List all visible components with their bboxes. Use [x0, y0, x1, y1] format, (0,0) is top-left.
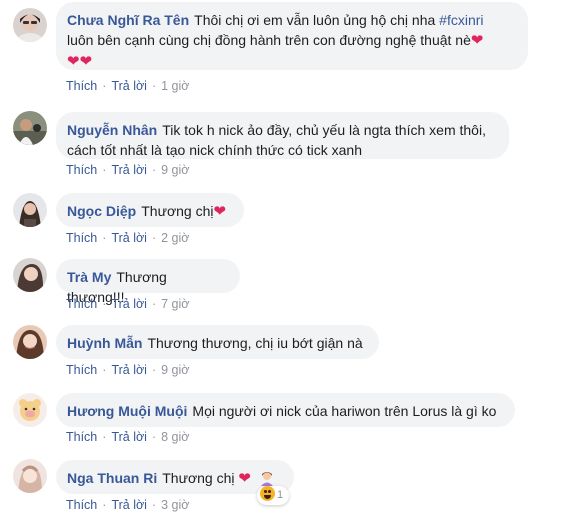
- like-link[interactable]: Thích: [66, 163, 97, 177]
- comment-author[interactable]: Ngọc Diệp: [67, 203, 136, 219]
- separator: ·: [151, 163, 157, 177]
- separator: ·: [151, 297, 157, 311]
- avatar[interactable]: [13, 8, 47, 42]
- comment-author[interactable]: Nguyễn Nhân: [67, 122, 157, 138]
- comment-time[interactable]: 9 giờ: [161, 363, 189, 377]
- separator: ·: [151, 231, 157, 245]
- separator: ·: [151, 430, 157, 444]
- separator: ·: [151, 498, 157, 512]
- reply-link[interactable]: Trả lời: [111, 498, 147, 512]
- like-link[interactable]: Thích: [66, 231, 97, 245]
- comment-actions: Thích · Trả lời · 7 giờ: [66, 296, 189, 312]
- haha-reaction-icon: [260, 486, 275, 501]
- reply-link[interactable]: Trả lời: [111, 163, 147, 177]
- heart-icon: ❤: [470, 32, 484, 49]
- comment-author[interactable]: Hương Muội Muội: [67, 403, 187, 419]
- like-link[interactable]: Thích: [66, 363, 97, 377]
- separator: ·: [102, 297, 107, 311]
- reply-link[interactable]: Trả lời: [111, 79, 147, 93]
- reaction-count: 1: [277, 489, 284, 501]
- comment-text: luôn bên cạnh cùng chị đồng hành trên co…: [67, 32, 471, 48]
- like-link[interactable]: Thích: [66, 297, 97, 311]
- person-emoji-icon: [259, 470, 275, 486]
- comment-text: Thương thương, chị iu bớt giận nà: [147, 335, 363, 351]
- comment-bubble: Chưa Nghĩ Ra Tên Thôi chị ơi em vẫn luôn …: [56, 2, 528, 70]
- comment-author[interactable]: Trà My: [67, 269, 111, 285]
- comment-author[interactable]: Chưa Nghĩ Ra Tên: [67, 12, 189, 28]
- separator: ·: [102, 163, 107, 177]
- avatar[interactable]: [13, 459, 47, 493]
- separator: ·: [102, 498, 107, 512]
- comment-actions: Thích · Trả lời · 3 giờ: [66, 497, 189, 513]
- separator: ·: [102, 79, 107, 93]
- comment-author[interactable]: Nga Thuan Ri: [67, 470, 157, 486]
- like-link[interactable]: Thích: [66, 430, 97, 444]
- comment-time[interactable]: 3 giờ: [161, 498, 189, 512]
- comment-time[interactable]: 2 giờ: [161, 231, 189, 245]
- comment-bubble: Ngọc Diệp Thương chị❤: [56, 193, 244, 227]
- comment-bubble: Hương Muội Muội Mọi người ơi nick của har…: [56, 393, 515, 427]
- comment-actions: Thích · Trả lời · 2 giờ: [66, 230, 189, 246]
- reply-link[interactable]: Trả lời: [111, 430, 147, 444]
- heart-icon: ❤: [213, 203, 227, 220]
- comment-text: Thương chị: [141, 203, 214, 219]
- reply-link[interactable]: Trả lời: [111, 297, 147, 311]
- avatar[interactable]: [13, 111, 47, 145]
- comment-actions: Thích · Trả lời · 8 giờ: [66, 429, 189, 445]
- avatar[interactable]: [13, 258, 47, 292]
- separator: ·: [102, 363, 107, 377]
- separator: ·: [151, 363, 157, 377]
- comment-actions: Thích · Trả lời · 1 giờ: [66, 78, 189, 94]
- comment-text: Thôi chị ơi em vẫn luôn ủng hộ chị nha: [194, 12, 436, 28]
- separator: ·: [151, 79, 157, 93]
- reply-link[interactable]: Trả lời: [111, 231, 147, 245]
- separator: ·: [102, 430, 107, 444]
- comment-bubble: Trà My Thương thương!!!: [56, 259, 240, 305]
- comment-time[interactable]: 9 giờ: [161, 163, 189, 177]
- avatar[interactable]: [13, 193, 47, 227]
- comment-time[interactable]: 8 giờ: [161, 430, 189, 444]
- comment-actions: Thích · Trả lời · 9 giờ: [66, 362, 189, 378]
- hashtag-link[interactable]: #fcxinri: [439, 12, 483, 28]
- comment-text: Mọi người ơi nick của hariwon trên Lorus…: [192, 403, 497, 419]
- comment-text: Thương chị: [162, 470, 235, 486]
- avatar[interactable]: [13, 325, 47, 359]
- avatar[interactable]: [13, 393, 47, 427]
- heart-icon: ❤: [238, 470, 251, 487]
- comment-actions: Thích · Trả lời · 9 giờ: [66, 162, 189, 178]
- comment-text: cách tốt nhất là tạo nick chính thức có …: [67, 142, 362, 158]
- comment-time[interactable]: 1 giờ: [161, 79, 189, 93]
- comment-text: Tik tok h nick ảo đầy, chủ yếu là ngta t…: [162, 122, 486, 138]
- comment-time[interactable]: 7 giờ: [161, 297, 189, 311]
- separator: ·: [102, 231, 107, 245]
- like-link[interactable]: Thích: [66, 498, 97, 512]
- comment-author[interactable]: Huỳnh Mẫn: [67, 335, 142, 351]
- comment-bubble: Huỳnh Mẫn Thương thương, chị iu bớt giận …: [56, 325, 379, 359]
- reaction-badge[interactable]: 1: [257, 486, 290, 505]
- comment-bubble: Nguyễn Nhân Tik tok h nick ảo đầy, chủ yế…: [56, 112, 509, 159]
- heart-icon: ❤❤: [67, 53, 93, 70]
- reply-link[interactable]: Trả lời: [111, 363, 147, 377]
- like-link[interactable]: Thích: [66, 79, 97, 93]
